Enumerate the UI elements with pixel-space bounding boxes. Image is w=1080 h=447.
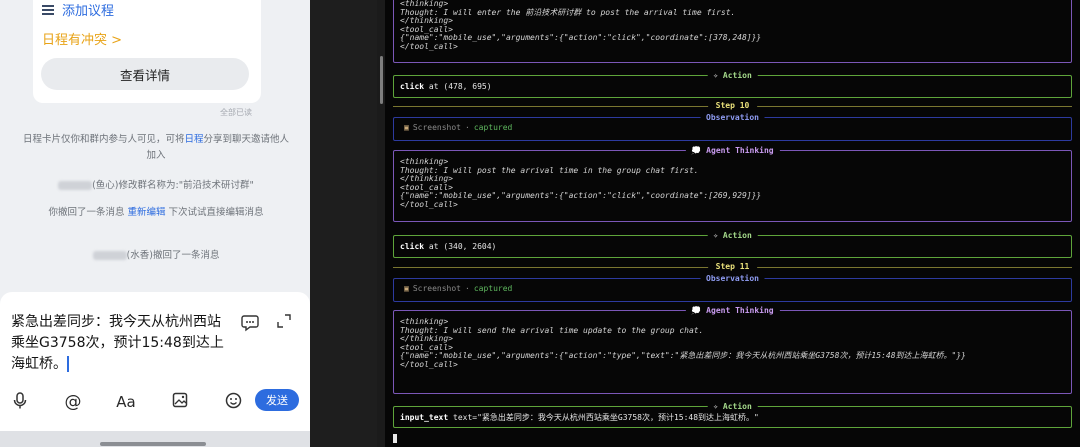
think-line: {"name":"mobile_use","arguments":{"actio… <box>400 191 762 201</box>
action-args: text="紧急出差同步：我今天从杭州西站乘坐G3758次，预计15:48到达上… <box>453 413 759 422</box>
screenshot-label: Screenshot <box>412 284 461 293</box>
action-box: ✧ Action click at (340, 2604) <box>393 231 1072 258</box>
think-line: </thinking> <box>400 174 453 184</box>
recall-notice-2: (水香)撤回了一条消息 <box>20 248 292 264</box>
think-line: </tool_call> <box>400 360 458 369</box>
action-command: input_text text="紧急出差同步：我今天从杭州西站乘坐G3758次… <box>400 412 759 423</box>
mention-icon[interactable]: @ <box>62 392 84 412</box>
recall2-text: (水香)撤回了一条消息 <box>126 250 220 261</box>
schedule-notice: 日程卡片仅你和群内参与人可见，可将日程分享到聊天邀请他人加入 <box>20 132 292 164</box>
think-line: </tool_call> <box>400 42 458 51</box>
thinking-box: 💭 Agent Thinking <thinking> Thought: I w… <box>393 146 1072 222</box>
thinking-box: 💭 Agent Thinking <thinking> Thought: I w… <box>393 306 1072 394</box>
schedule-conflict-link[interactable]: 日程有冲突 > <box>42 29 122 48</box>
agent-terminal-log: <thinking> Thought: I will enter the 前沿技… <box>385 0 1080 447</box>
action-name: input_text <box>400 413 449 422</box>
screenshot-captured: captured <box>473 123 513 132</box>
observation-box: Observation ▣ Screenshot · captured <box>393 274 1072 302</box>
window-gap <box>310 0 377 447</box>
action-name: click <box>400 82 425 91</box>
action-title-text: Action <box>722 71 752 80</box>
recall-text: 你撤回了一条消息 <box>48 207 125 218</box>
action-title-text: Action <box>722 231 752 240</box>
action-args: at (340, 2604) <box>428 242 497 251</box>
thought-bubble-icon: 💭 <box>691 146 702 155</box>
think-line: Thought: I will send the arrival time up… <box>400 325 704 335</box>
rename-notice: (鱼心)修改群名称为:"前沿技术研讨群" <box>20 178 292 194</box>
step-divider: Step 10 <box>393 101 1072 110</box>
action-title: ✧ Action <box>707 71 758 80</box>
step-divider: Step 11 <box>393 262 1072 271</box>
draft-text: 紧急出差同步：我今天从杭州西站乘坐G3758次，预计15:48到达上海虹桥。 <box>11 314 224 372</box>
screenshot-label: Screenshot <box>412 123 461 132</box>
action-name: click <box>400 242 425 251</box>
thinking-title: 💭 Agent Thinking <box>685 146 780 155</box>
think-line: </tool_call> <box>400 200 458 209</box>
thinking-title-text: Agent Thinking <box>706 306 774 315</box>
image-icon[interactable] <box>169 392 191 412</box>
text-caret <box>67 356 69 372</box>
message-input[interactable]: 紧急出差同步：我今天从杭州西站乘坐G3758次，预计15:48到达上海虹桥。 <box>11 312 229 375</box>
message-composer[interactable]: 紧急出差同步：我今天从杭州西站乘坐G3758次，预计15:48到达上海虹桥。 <box>0 292 310 447</box>
list-icon <box>42 4 54 15</box>
rename-text: (鱼心)修改群名称为: <box>92 180 179 191</box>
screenshot-captured: captured <box>473 284 513 293</box>
action-box: ✧ Action click at (478, 695) <box>393 71 1072 98</box>
add-agenda-row[interactable]: 添加议程 <box>42 0 114 19</box>
camera-icon: ▣ <box>404 284 409 293</box>
think-line: Thought: I will enter the 前沿技术研讨群 to pos… <box>400 7 736 17</box>
rename-group-name: "前沿技术研讨群" <box>178 180 254 191</box>
phone-chat-screen: 添加议程 日程有冲突 > 查看详情 全部已读 日程卡片仅你和群内参与人可见，可将… <box>0 0 310 447</box>
terminal-scrollbar[interactable] <box>380 56 383 104</box>
add-agenda-label: 添加议程 <box>62 4 115 19</box>
action-box: ✧ Action input_text text="紧急出差同步：我今天从杭州西… <box>393 402 1072 428</box>
thinking-box-prev: <thinking> Thought: I will enter the 前沿技… <box>393 0 1072 63</box>
terminal-cursor <box>393 434 397 443</box>
emoji-icon[interactable] <box>222 392 244 412</box>
action-title: ✧ Action <box>707 231 758 240</box>
recall-tip: 下次试试直接编辑消息 <box>168 207 264 218</box>
action-glyph-icon: ✧ <box>713 402 719 411</box>
screenshot-status: ▣ Screenshot · captured <box>404 284 513 293</box>
action-args: at (478, 695) <box>428 82 492 91</box>
observation-box: Observation ▣ Screenshot · captured <box>393 113 1072 141</box>
think-line: </thinking> <box>400 16 453 26</box>
observation-title: Observation <box>700 274 765 283</box>
step-label: Step 11 <box>707 262 758 271</box>
home-indicator <box>100 442 206 446</box>
view-details-button[interactable]: 查看详情 <box>41 58 249 90</box>
blurred-username <box>92 251 127 260</box>
font-format-icon[interactable]: Aa <box>115 392 137 412</box>
action-title-text: Action <box>722 402 752 411</box>
blurred-username <box>58 181 93 190</box>
think-line: {"name":"mobile_use","arguments":{"actio… <box>400 33 762 43</box>
action-title: ✧ Action <box>707 402 758 411</box>
expand-icon[interactable] <box>276 313 292 329</box>
action-command: click at (478, 695) <box>400 82 492 91</box>
screenshot-status: ▣ Screenshot · captured <box>404 123 513 132</box>
voice-to-text-icon[interactable] <box>240 313 260 333</box>
action-command: click at (340, 2604) <box>400 242 496 251</box>
camera-icon: ▣ <box>404 123 409 132</box>
think-line: Thought: I will post the arrival time in… <box>400 165 699 175</box>
think-line: </thinking> <box>400 334 453 344</box>
recall-notice: 你撤回了一条消息 重新编辑 下次试试直接编辑消息 <box>20 205 292 221</box>
action-glyph-icon: ✧ <box>713 71 719 80</box>
observation-title: Observation <box>700 113 765 122</box>
notice-text-pre: 日程卡片仅你和群内参与人可见，可将 <box>22 134 185 145</box>
thinking-title: 💭 Agent Thinking <box>685 306 780 315</box>
think-line: {"name":"mobile_use","arguments":{"actio… <box>400 351 966 361</box>
microphone-icon[interactable] <box>9 392 31 412</box>
send-button[interactable]: 发送 <box>255 389 299 411</box>
notice-schedule-link[interactable]: 日程 <box>184 134 203 145</box>
all-read-label: 全部已读 <box>220 108 252 117</box>
thought-bubble-icon: 💭 <box>691 306 702 315</box>
step-label: Step 10 <box>707 101 758 110</box>
re-edit-link[interactable]: 重新编辑 <box>127 207 165 218</box>
action-glyph-icon: ✧ <box>713 231 719 240</box>
thinking-title-text: Agent Thinking <box>706 146 774 155</box>
